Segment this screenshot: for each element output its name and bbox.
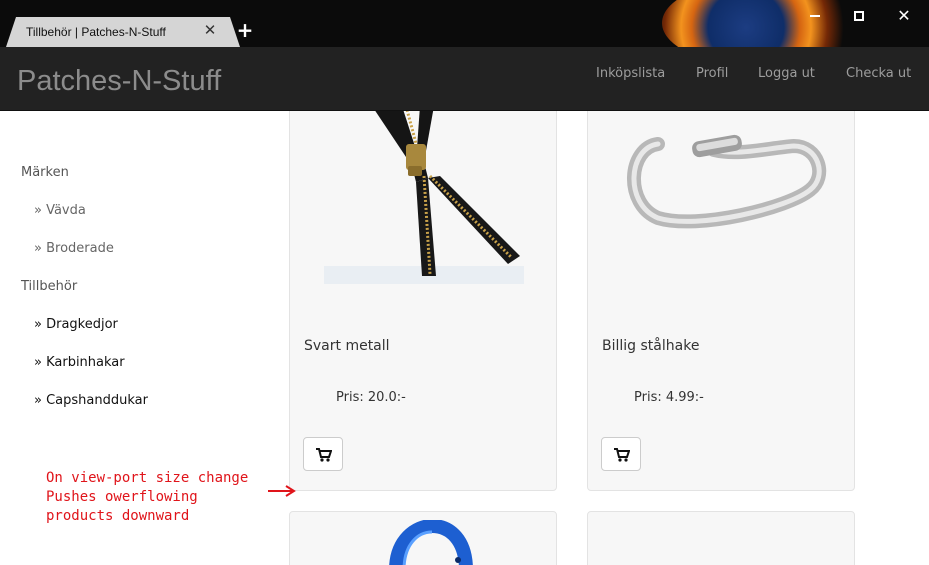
nav-link-profile[interactable]: Profil <box>696 66 728 81</box>
annotation-line: On view-port size change <box>46 470 249 486</box>
nav-link-shopping-list[interactable]: Inköpslista <box>596 66 665 81</box>
sidebar-item-woven[interactable]: » Vävda <box>34 203 86 218</box>
add-to-cart-button[interactable] <box>303 437 343 471</box>
sidebar-item-zippers[interactable]: » Dragkedjor <box>34 317 118 332</box>
browser-tab[interactable]: Tillbehör | Patches-N-Stuff ✕ <box>6 17 240 47</box>
browser-titlebar: Tillbehör | Patches-N-Stuff ✕ + ✕ <box>0 0 929 47</box>
product-price: Pris: 4.99:- <box>634 390 704 405</box>
product-title[interactable]: Billig stålhake <box>602 338 699 354</box>
annotation-line: products downward <box>46 508 190 524</box>
black-zipper-image[interactable] <box>324 111 524 284</box>
site-brand[interactable]: Patches-N-Stuff <box>17 65 221 98</box>
tab-close-icon[interactable]: ✕ <box>202 22 218 38</box>
nav-link-logout[interactable]: Logga ut <box>758 66 815 81</box>
sidebar-item-carabiners[interactable]: » Karbinhakar <box>34 355 125 370</box>
product-card: Svart metall Pris: 20.0:- <box>289 111 557 491</box>
sidebar-heading-accessories: Tillbehör <box>21 279 78 294</box>
sidebar-item-cap-towels[interactable]: » Capshanddukar <box>34 393 148 408</box>
steel-carabiner-image[interactable] <box>618 126 828 236</box>
blue-carabiner-image[interactable] <box>386 520 476 565</box>
maximize-icon[interactable] <box>848 6 870 26</box>
product-card <box>587 511 855 565</box>
annotation-line: Pushes owerflowing <box>46 489 198 505</box>
cart-icon <box>614 448 630 462</box>
page-content: Märken » Vävda » Broderade Tillbehör » D… <box>0 111 929 565</box>
product-price: Pris: 20.0:- <box>336 390 406 405</box>
sidebar-item-embroidered[interactable]: » Broderade <box>34 241 114 256</box>
product-card <box>289 511 557 565</box>
minimize-icon[interactable] <box>804 6 826 26</box>
site-navbar: Patches-N-Stuff Inköpslista Profil Logga… <box>0 47 929 111</box>
product-card: Billig stålhake Pris: 4.99:- <box>587 111 855 491</box>
annotation-text: On view-port size change Pushes owerflowi… <box>46 469 248 526</box>
new-tab-button[interactable]: + <box>236 20 254 40</box>
product-title[interactable]: Svart metall <box>304 338 390 354</box>
cart-icon <box>316 448 332 462</box>
add-to-cart-button[interactable] <box>601 437 641 471</box>
tab-title: Tillbehör | Patches-N-Stuff <box>26 25 166 39</box>
firefox-logo-icon <box>662 0 872 47</box>
nav-link-checkout[interactable]: Checka ut <box>846 66 911 81</box>
annotation-arrow-icon <box>268 485 296 497</box>
sidebar-heading-brands: Märken <box>21 165 69 180</box>
close-icon[interactable]: ✕ <box>893 6 915 26</box>
